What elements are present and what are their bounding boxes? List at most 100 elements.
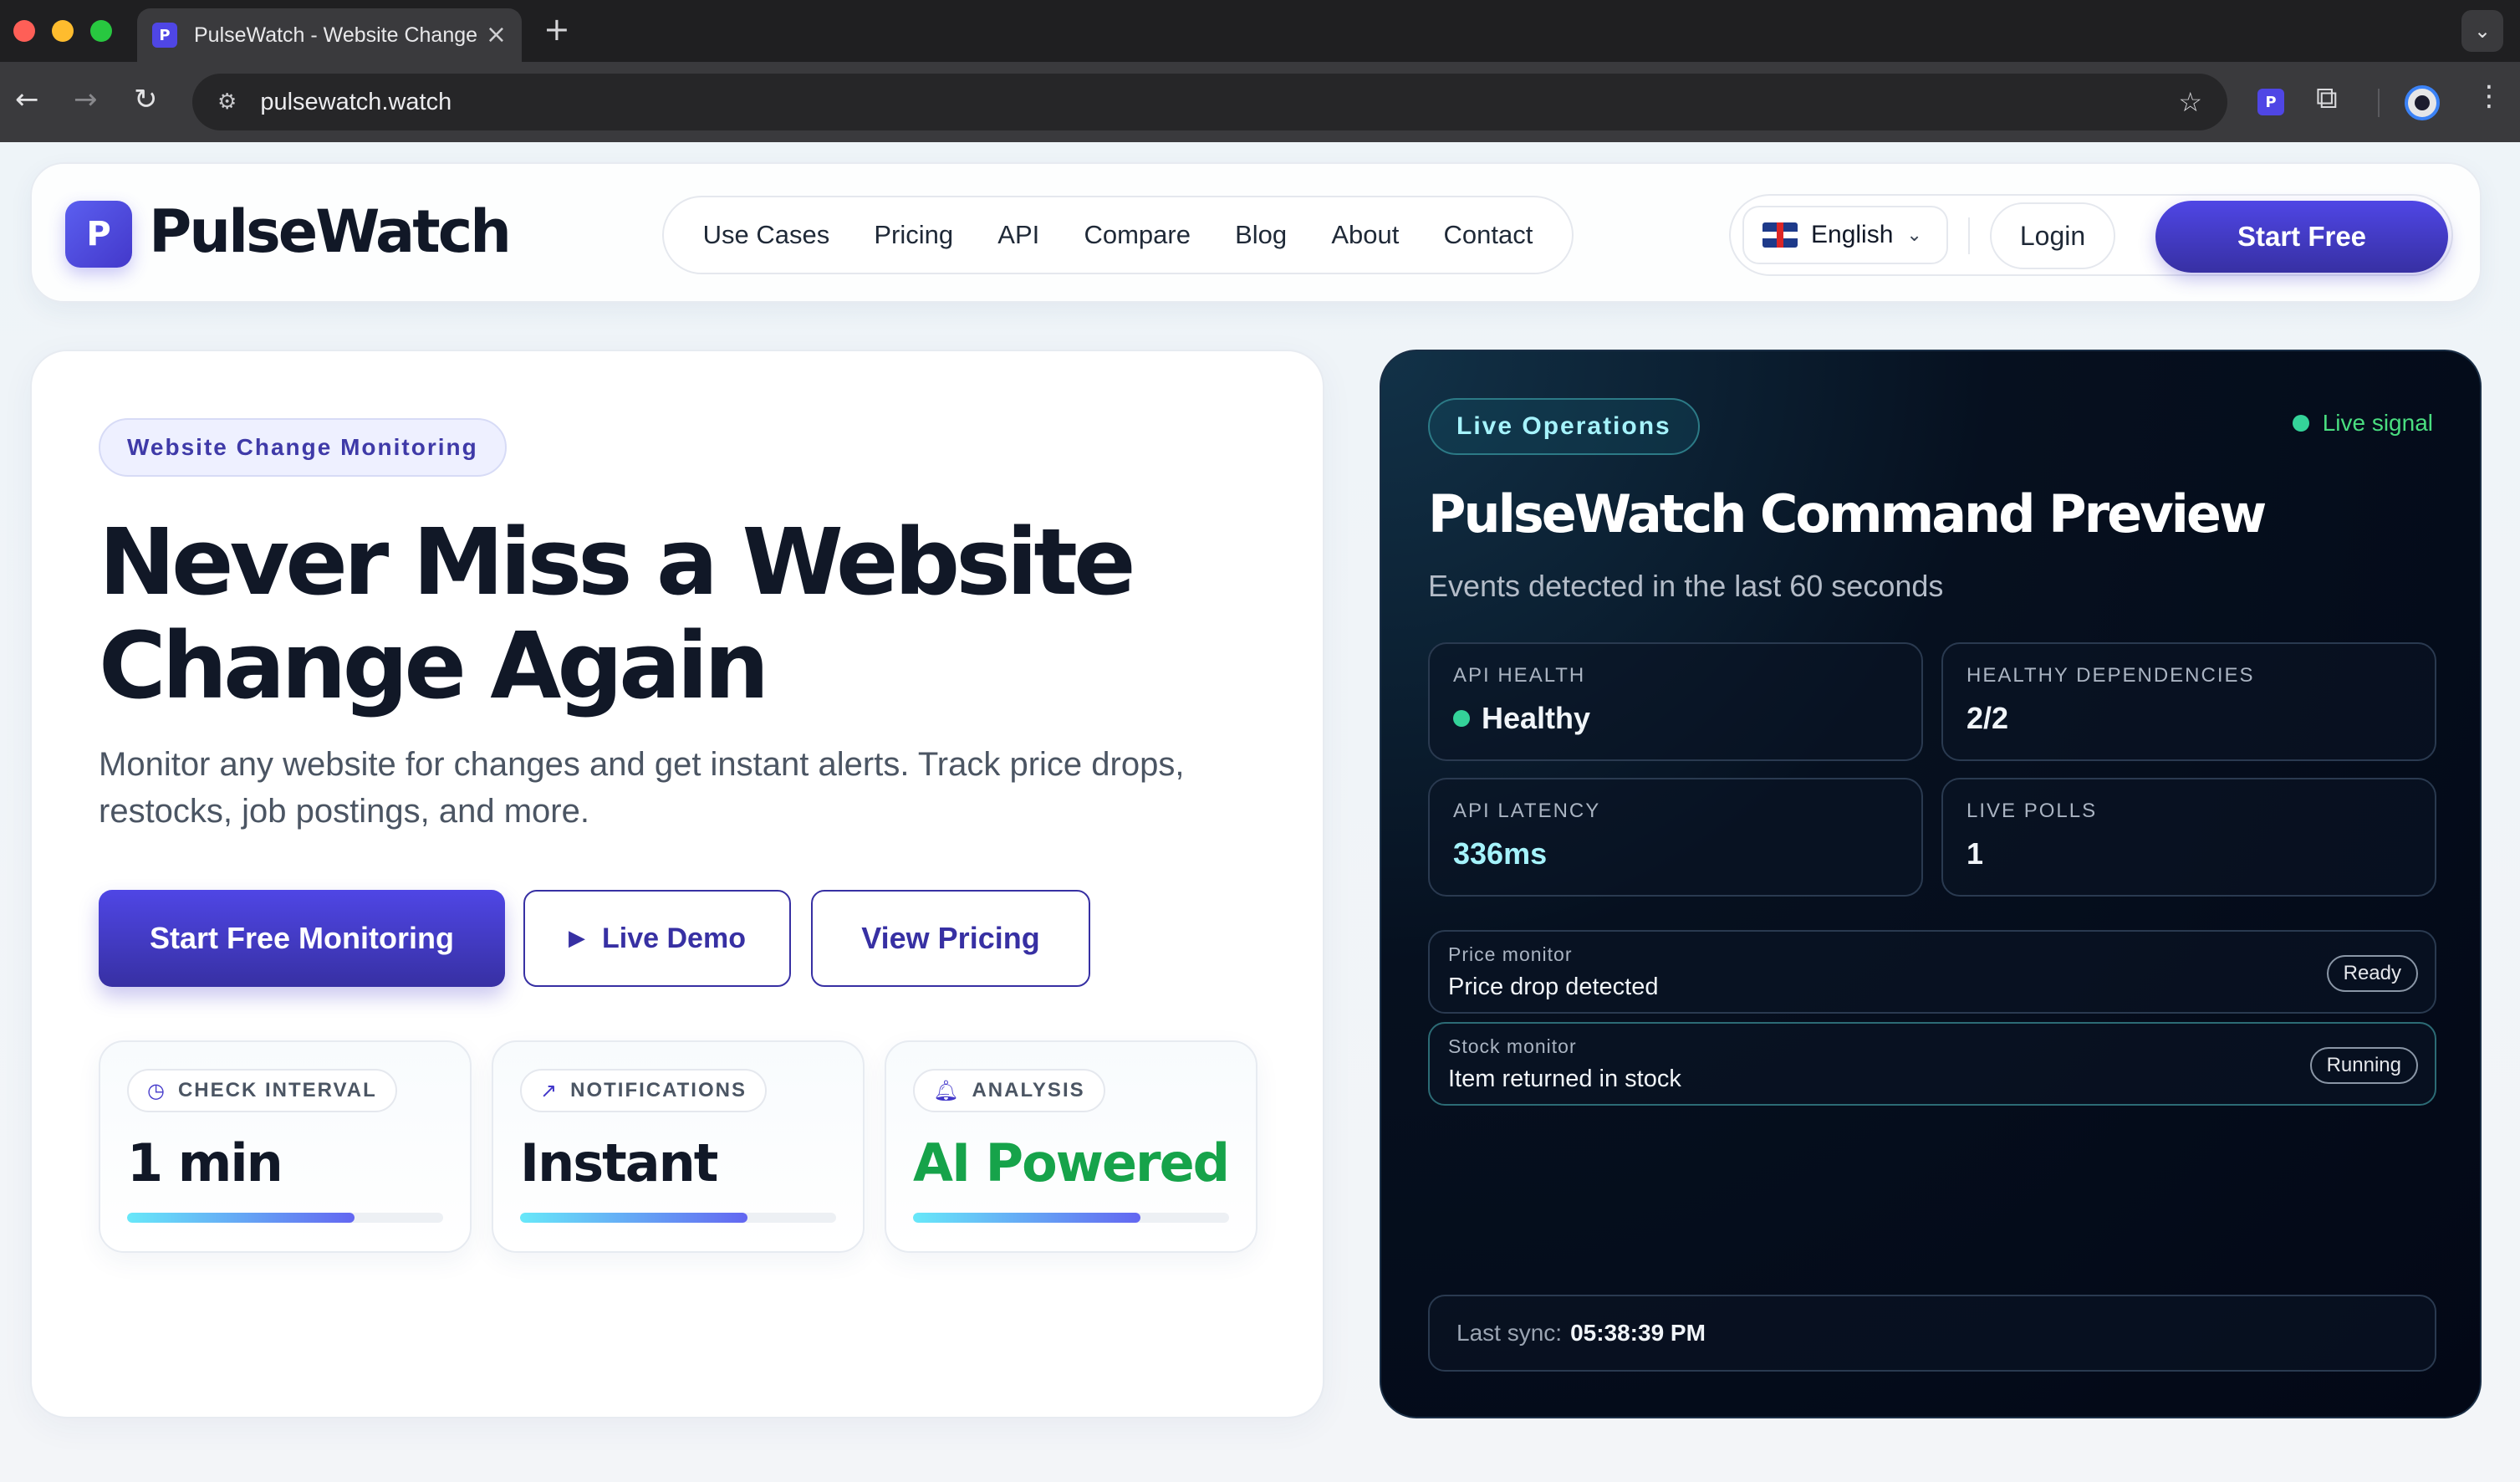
nav-contact[interactable]: Contact	[1444, 220, 1533, 250]
nav-use-cases[interactable]: Use Cases	[703, 220, 830, 250]
minimize-window-button[interactable]	[52, 20, 74, 42]
stat-chip: ◷ CHECK INTERVAL	[127, 1069, 397, 1112]
language-label: English	[1811, 221, 1894, 248]
chevron-down-icon: ⌄	[1906, 224, 1922, 246]
metric-value: Healthy	[1453, 701, 1590, 736]
browser-tab[interactable]: P PulseWatch - Website Change Monitoring…	[137, 8, 522, 62]
metric-label: LIVE POLLS	[1967, 800, 2098, 822]
metric-api-latency: API LATENCY 336ms	[1428, 778, 1923, 897]
hero-title: Never Miss a Website Change Again	[99, 510, 1186, 718]
live-operations-badge: Live Operations	[1428, 398, 1700, 455]
close-tab-icon[interactable]: ×	[486, 23, 507, 48]
stat-progress-track	[520, 1213, 836, 1223]
last-sync-bar: Last sync: 05:38:39 PM	[1428, 1295, 2436, 1372]
forward-icon[interactable]: →	[74, 85, 98, 114]
last-sync-label: Last sync:	[1456, 1320, 1563, 1346]
metric-healthy-dependencies: HEALTHY DEPENDENCIES 2/2	[1941, 642, 2436, 761]
hero-title-line1: Never Miss a Website	[99, 508, 1136, 616]
nav-compare[interactable]: Compare	[1084, 220, 1191, 250]
reload-icon[interactable]: ↻	[134, 85, 158, 114]
stat-progress-track	[913, 1213, 1229, 1223]
last-sync-time: 05:38:39 PM	[1570, 1320, 1706, 1346]
hero-title-line2: Change Again	[99, 612, 769, 719]
start-free-monitoring-button[interactable]: Start Free Monitoring	[99, 890, 505, 987]
brand-name[interactable]: PulseWatch	[149, 197, 512, 266]
live-demo-button[interactable]: ▶ Live Demo	[523, 890, 791, 987]
stat-value: Instant	[520, 1132, 718, 1193]
event-label: Price monitor	[1448, 943, 1573, 965]
stat-chip: 🔔︎ ANALYSIS	[913, 1069, 1105, 1112]
hero-card: Website Change Monitoring Never Miss a W…	[30, 350, 1324, 1418]
nav-blog[interactable]: Blog	[1235, 220, 1287, 250]
live-dot-icon	[2292, 415, 2309, 432]
stat-card-analysis: 🔔︎ ANALYSIS AI Powered	[885, 1040, 1257, 1253]
metric-label: API HEALTH	[1453, 664, 1586, 687]
start-free-button[interactable]: Start Free	[2155, 201, 2448, 273]
site-header: P PulseWatch Use Cases Pricing API Compa…	[30, 162, 2482, 303]
login-button[interactable]: Login	[1990, 202, 2115, 269]
tab-search-icon[interactable]: ⌄	[2461, 10, 2503, 52]
browser-menu-icon[interactable]: ⋮	[2475, 82, 2503, 110]
live-signal-indicator: Live signal	[2292, 410, 2433, 437]
metric-label: API LATENCY	[1453, 800, 1601, 822]
healthy-dot-icon	[1453, 710, 1470, 727]
logo-icon[interactable]: P	[65, 201, 132, 268]
event-text: Item returned in stock	[1448, 1066, 1681, 1092]
ops-subtitle: Events detected in the last 60 seconds	[1428, 569, 1944, 603]
hero-badge: Website Change Monitoring	[99, 418, 507, 477]
pulsewatch-extension-icon[interactable]: P	[2257, 89, 2284, 115]
extensions-puzzle-icon[interactable]: ⧉	[2316, 84, 2338, 114]
stat-chip: ↗ NOTIFICATIONS	[520, 1069, 767, 1112]
play-icon: ▶	[569, 926, 586, 951]
maximize-window-button[interactable]	[90, 20, 112, 42]
main-nav: Use Cases Pricing API Compare Blog About…	[662, 196, 1574, 274]
url-text[interactable]: pulsewatch.watch	[260, 89, 451, 116]
nav-api[interactable]: API	[997, 220, 1039, 250]
metric-value-text: Healthy	[1482, 701, 1591, 735]
browser-tab-bar: P PulseWatch - Website Change Monitoring…	[0, 0, 2520, 62]
stat-value: AI Powered	[913, 1132, 1230, 1193]
metric-api-health: API HEALTH Healthy	[1428, 642, 1923, 761]
stat-label: ANALYSIS	[972, 1079, 1085, 1101]
live-signal-label: Live signal	[2322, 410, 2433, 436]
bookmark-star-icon[interactable]: ☆	[2178, 86, 2202, 118]
address-bar[interactable]: ⚙ pulsewatch.watch ☆	[192, 74, 2227, 130]
live-operations-panel: Live Operations Live signal PulseWatch C…	[1380, 350, 2482, 1418]
metric-label: HEALTHY DEPENDENCIES	[1967, 664, 2255, 687]
browser-toolbar: ← → ↻ ⚙ pulsewatch.watch ☆ P ⧉ ⋮	[0, 62, 2520, 142]
metric-live-polls: LIVE POLLS 1	[1941, 778, 2436, 897]
profile-avatar-icon[interactable]	[2405, 85, 2440, 120]
back-icon[interactable]: ←	[15, 85, 39, 114]
new-tab-icon[interactable]: +	[543, 13, 570, 45]
stat-card-notifications: ↗ NOTIFICATIONS Instant	[492, 1040, 865, 1253]
nav-pricing[interactable]: Pricing	[874, 220, 953, 250]
view-pricing-button[interactable]: View Pricing	[811, 890, 1090, 987]
status-badge: Running	[2309, 1047, 2418, 1084]
close-window-button[interactable]	[13, 20, 35, 42]
language-select[interactable]: English ⌄	[1742, 206, 1948, 264]
live-demo-label: Live Demo	[602, 922, 746, 954]
event-row-stock-monitor[interactable]: Stock monitor Item returned in stock Run…	[1428, 1022, 2436, 1106]
uk-flag-icon	[1762, 222, 1798, 248]
stat-card-check-interval: ◷ CHECK INTERVAL 1 min	[99, 1040, 472, 1253]
site-info-icon[interactable]: ⚙	[217, 89, 237, 115]
stat-progress-fill	[127, 1213, 355, 1223]
event-row-price-monitor[interactable]: Price monitor Price drop detected Ready	[1428, 930, 2436, 1014]
tab-title: PulseWatch - Website Change Monitoring	[194, 23, 478, 47]
metric-value: 336ms	[1453, 836, 1548, 871]
stat-label: NOTIFICATIONS	[570, 1079, 747, 1101]
bell-icon: 🔔︎	[933, 1079, 961, 1102]
toolbar-divider	[2378, 89, 2380, 117]
metric-value: 2/2	[1967, 701, 2009, 735]
ops-title: PulseWatch Command Preview	[1428, 483, 2267, 544]
event-label: Stock monitor	[1448, 1035, 1577, 1057]
page-content: P PulseWatch Use Cases Pricing API Compa…	[0, 142, 2520, 1482]
trending-up-icon: ↗	[540, 1079, 559, 1102]
stat-progress-fill	[913, 1213, 1141, 1223]
header-actions: English ⌄ Login Start Free	[1729, 194, 2453, 276]
nav-about[interactable]: About	[1331, 220, 1399, 250]
favicon-icon: P	[152, 23, 177, 48]
stat-progress-track	[127, 1213, 443, 1223]
metric-value: 1	[1967, 836, 1984, 871]
stat-label: CHECK INTERVAL	[177, 1079, 377, 1101]
